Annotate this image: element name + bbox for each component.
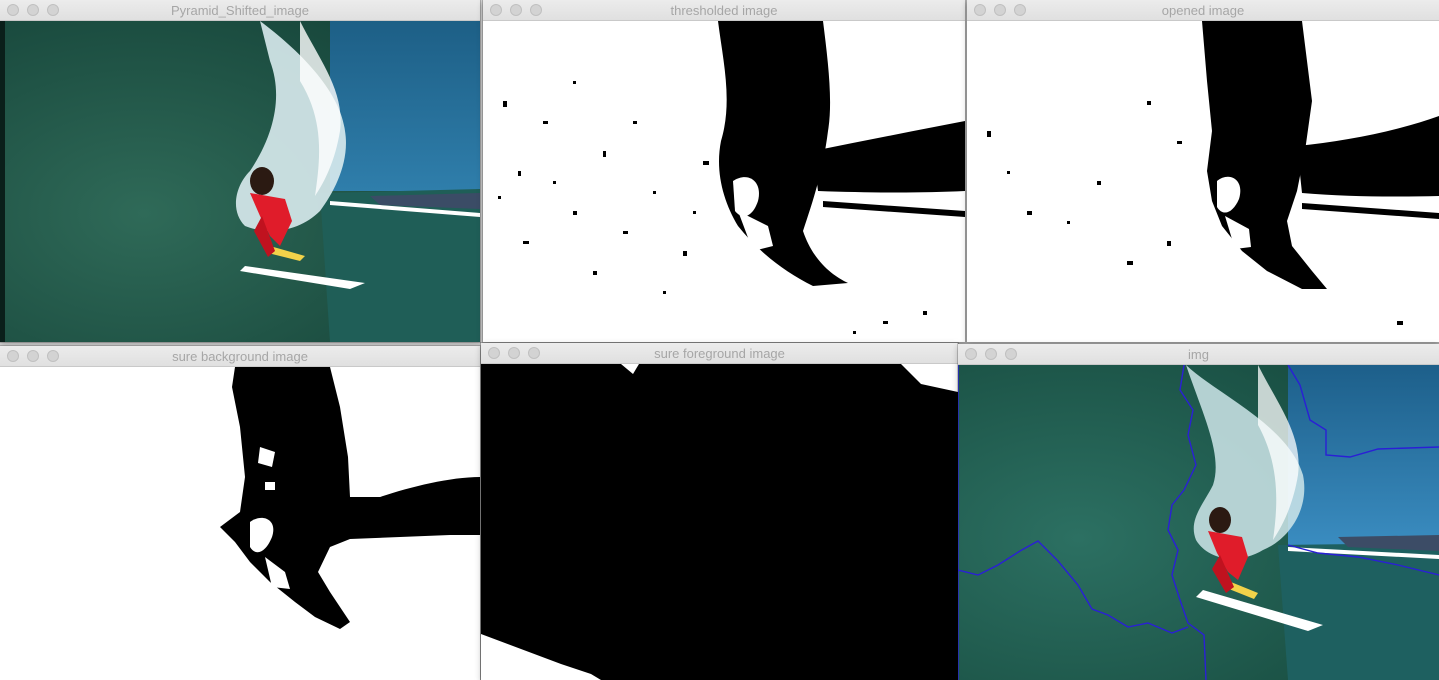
zoom-icon[interactable] bbox=[1014, 4, 1026, 16]
close-icon[interactable] bbox=[488, 347, 500, 359]
window-opened[interactable]: opened image bbox=[967, 0, 1439, 342]
window-img[interactable]: img bbox=[958, 344, 1439, 680]
close-icon[interactable] bbox=[965, 348, 977, 360]
minimize-icon[interactable] bbox=[985, 348, 997, 360]
sure-foreground-image bbox=[481, 364, 958, 680]
zoom-icon[interactable] bbox=[530, 4, 542, 16]
window-title: sure background image bbox=[172, 349, 308, 364]
minimize-icon[interactable] bbox=[27, 350, 39, 362]
titlebar[interactable]: sure foreground image bbox=[481, 343, 958, 364]
window-thresholded[interactable]: thresholded image bbox=[483, 0, 965, 342]
zoom-icon[interactable] bbox=[47, 4, 59, 16]
titlebar[interactable]: thresholded image bbox=[483, 0, 965, 21]
thresholded-image bbox=[483, 21, 965, 342]
segmented-image bbox=[958, 365, 1439, 680]
titlebar[interactable]: img bbox=[958, 344, 1439, 365]
sure-background-image bbox=[0, 367, 480, 680]
window-sure-background[interactable]: sure background image bbox=[0, 346, 480, 680]
close-icon[interactable] bbox=[490, 4, 502, 16]
close-icon[interactable] bbox=[974, 4, 986, 16]
opened-image bbox=[967, 21, 1439, 342]
window-title: Pyramid_Shifted_image bbox=[170, 3, 310, 18]
window-title: img bbox=[1188, 347, 1209, 362]
minimize-icon[interactable] bbox=[27, 4, 39, 16]
zoom-icon[interactable] bbox=[47, 350, 59, 362]
minimize-icon[interactable] bbox=[510, 4, 522, 16]
titlebar[interactable]: opened image bbox=[967, 0, 1439, 21]
window-title: thresholded image bbox=[670, 3, 778, 18]
zoom-icon[interactable] bbox=[1005, 348, 1017, 360]
window-sure-foreground[interactable]: sure foreground image bbox=[481, 343, 958, 680]
titlebar[interactable]: sure background image bbox=[0, 346, 480, 367]
window-title: opened image bbox=[1161, 3, 1245, 18]
minimize-icon[interactable] bbox=[994, 4, 1006, 16]
pyramid-shifted-image bbox=[0, 21, 480, 342]
close-icon[interactable] bbox=[7, 4, 19, 16]
window-pyramid-shifted[interactable]: Pyramid_Shifted_image bbox=[0, 0, 480, 342]
titlebar[interactable]: Pyramid_Shifted_image bbox=[0, 0, 480, 21]
close-icon[interactable] bbox=[7, 350, 19, 362]
zoom-icon[interactable] bbox=[528, 347, 540, 359]
minimize-icon[interactable] bbox=[508, 347, 520, 359]
window-title: sure foreground image bbox=[654, 346, 785, 361]
